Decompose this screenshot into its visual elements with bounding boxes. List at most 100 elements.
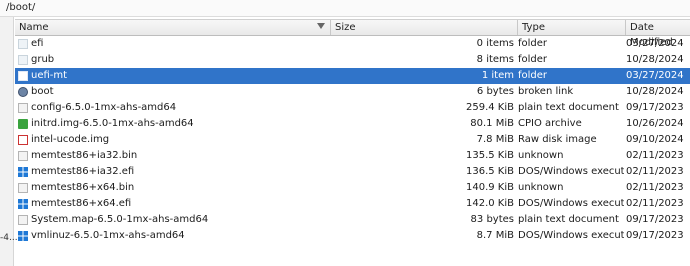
file-size: 140.9 KiB	[465, 182, 514, 193]
file-name: System.map-6.5.0-1mx-ahs-amd64	[31, 214, 209, 225]
file-list: efi 0 items folder 03/27/2024 grub 8 items fol…	[15, 36, 690, 244]
file-name: grub	[31, 54, 55, 65]
file-type: folder	[518, 38, 548, 49]
file-type: DOS/Windows executable	[518, 166, 624, 177]
file-size: 80.1 MiB	[470, 118, 514, 129]
binary-file-icon	[18, 183, 28, 193]
file-name-cell: intel-ucode.img	[15, 132, 327, 148]
file-row[interactable]: memtest86+x64.efi 142.0 KiB DOS/Windows ex…	[15, 196, 690, 212]
file-row[interactable]: memtest86+ia32.bin 135.5 KiB unknown 02/11/…	[15, 148, 690, 164]
file-type: broken link	[518, 86, 574, 97]
file-name: memtest86+x64.bin	[31, 182, 135, 193]
location-path[interactable]: /boot/	[6, 2, 35, 13]
file-date: 10/26/2024	[626, 118, 684, 129]
file-size: 135.5 KiB	[465, 150, 514, 161]
text-file-icon	[18, 103, 28, 113]
file-name-cell: System.map-6.5.0-1mx-ahs-amd64	[15, 212, 327, 228]
file-row[interactable]: vmlinuz-6.5.0-1mx-ahs-amd64 8.7 MiB DOS/Wi…	[15, 228, 690, 244]
location-bar[interactable]: /boot/	[0, 0, 690, 17]
file-date: 09/17/2023	[626, 102, 684, 113]
file-date: 10/28/2024	[626, 54, 684, 65]
sort-descending-icon	[317, 23, 325, 29]
file-type: plain text document	[518, 102, 619, 113]
archive-icon	[18, 119, 28, 129]
file-row[interactable]: System.map-6.5.0-1mx-ahs-amd64 83 bytes pl…	[15, 212, 690, 228]
windows-executable-icon	[18, 199, 28, 209]
file-name: config-6.5.0-1mx-ahs-amd64	[31, 102, 177, 113]
file-name: memtest86+x64.efi	[31, 198, 132, 209]
file-size: 0 items	[476, 38, 514, 49]
file-name-cell: vmlinuz-6.5.0-1mx-ahs-amd64	[15, 228, 327, 244]
file-date: 03/27/2024	[626, 38, 684, 49]
file-name-cell: memtest86+ia32.bin	[15, 148, 327, 164]
file-row[interactable]: memtest86+x64.bin 140.9 KiB unknown 02/11/2…	[15, 180, 690, 196]
windows-executable-icon	[18, 231, 28, 241]
column-header: Name Size Type Date Modified	[15, 19, 690, 48]
file-row[interactable]: config-6.5.0-1mx-ahs-amd64 259.4 KiB plain…	[15, 100, 690, 116]
file-size: 136.5 KiB	[465, 166, 514, 177]
file-date: 02/11/2023	[626, 166, 684, 177]
file-name: boot	[31, 86, 54, 97]
file-row[interactable]: uefi-mt 1 item folder 03/27/2024	[15, 68, 690, 84]
file-date: 09/17/2023	[626, 230, 684, 241]
file-type: unknown	[518, 150, 564, 161]
file-type: folder	[518, 54, 548, 65]
file-row[interactable]: grub 8 items folder 10/28/2024	[15, 52, 690, 68]
file-date: 10/28/2024	[626, 86, 684, 97]
file-name-cell: config-6.5.0-1mx-ahs-amd64	[15, 100, 327, 116]
column-size-label: Size	[335, 22, 356, 33]
file-name-cell: boot	[15, 84, 327, 100]
file-name: uefi-mt	[31, 70, 68, 81]
column-type-header[interactable]: Type	[518, 20, 626, 35]
file-row[interactable]: memtest86+ia32.efi 136.5 KiB DOS/Windows e…	[15, 164, 690, 180]
file-date: 03/27/2024	[626, 70, 684, 81]
file-type: DOS/Windows executable	[518, 198, 624, 209]
file-size: 1 item	[481, 70, 514, 81]
file-type: Raw disk image	[518, 134, 597, 145]
file-name: vmlinuz-6.5.0-1mx-ahs-amd64	[31, 230, 185, 241]
file-name: memtest86+ia32.bin	[31, 150, 138, 161]
file-row[interactable]: boot 6 bytes broken link 10/28/2024	[15, 84, 690, 100]
text-file-icon	[18, 215, 28, 225]
file-name-cell: memtest86+x64.efi	[15, 196, 327, 212]
side-pane: -4...	[0, 17, 18, 266]
file-size: 259.4 KiB	[465, 102, 514, 113]
file-row[interactable]: efi 0 items folder 03/27/2024	[15, 36, 690, 52]
file-name: initrd.img-6.5.0-1mx-ahs-amd64	[31, 118, 194, 129]
folder-icon	[18, 71, 28, 81]
broken-link-icon	[18, 87, 28, 97]
file-date: 02/11/2023	[626, 198, 684, 209]
binary-file-icon	[18, 151, 28, 161]
file-type: plain text document	[518, 214, 619, 225]
file-name: efi	[31, 38, 44, 49]
file-date: 02/11/2023	[626, 150, 684, 161]
file-name-cell: uefi-mt	[15, 68, 327, 84]
file-name-cell: efi	[15, 36, 327, 52]
windows-executable-icon	[18, 167, 28, 177]
file-name: intel-ucode.img	[31, 134, 110, 145]
file-size: 8.7 MiB	[476, 230, 514, 241]
file-row[interactable]: initrd.img-6.5.0-1mx-ahs-amd64 80.1 MiB CP…	[15, 116, 690, 132]
file-name: memtest86+ia32.efi	[31, 166, 135, 177]
file-type: unknown	[518, 182, 564, 193]
column-type-label: Type	[522, 22, 545, 33]
folder-icon	[18, 55, 28, 65]
folder-icon	[18, 39, 28, 49]
column-date-header[interactable]: Date Modified	[626, 20, 690, 48]
file-name-cell: memtest86+x64.bin	[15, 180, 327, 196]
file-row[interactable]: intel-ucode.img 7.8 MiB Raw disk image 09/1…	[15, 132, 690, 148]
file-size: 6 bytes	[476, 86, 514, 97]
file-name-cell: initrd.img-6.5.0-1mx-ahs-amd64	[15, 116, 327, 132]
column-name-header[interactable]: Name	[15, 20, 331, 35]
disk-image-icon	[18, 135, 28, 145]
file-size: 142.0 KiB	[465, 198, 514, 209]
file-size: 7.8 MiB	[476, 134, 514, 145]
file-size: 83 bytes	[470, 214, 514, 225]
file-date: 02/11/2023	[626, 182, 684, 193]
file-type: DOS/Windows executable	[518, 230, 624, 241]
file-date: 09/17/2023	[626, 214, 684, 225]
file-date: 09/10/2024	[626, 134, 684, 145]
file-name-cell: memtest86+ia32.efi	[15, 164, 327, 180]
file-name-cell: grub	[15, 52, 327, 68]
column-size-header[interactable]: Size	[331, 20, 518, 35]
